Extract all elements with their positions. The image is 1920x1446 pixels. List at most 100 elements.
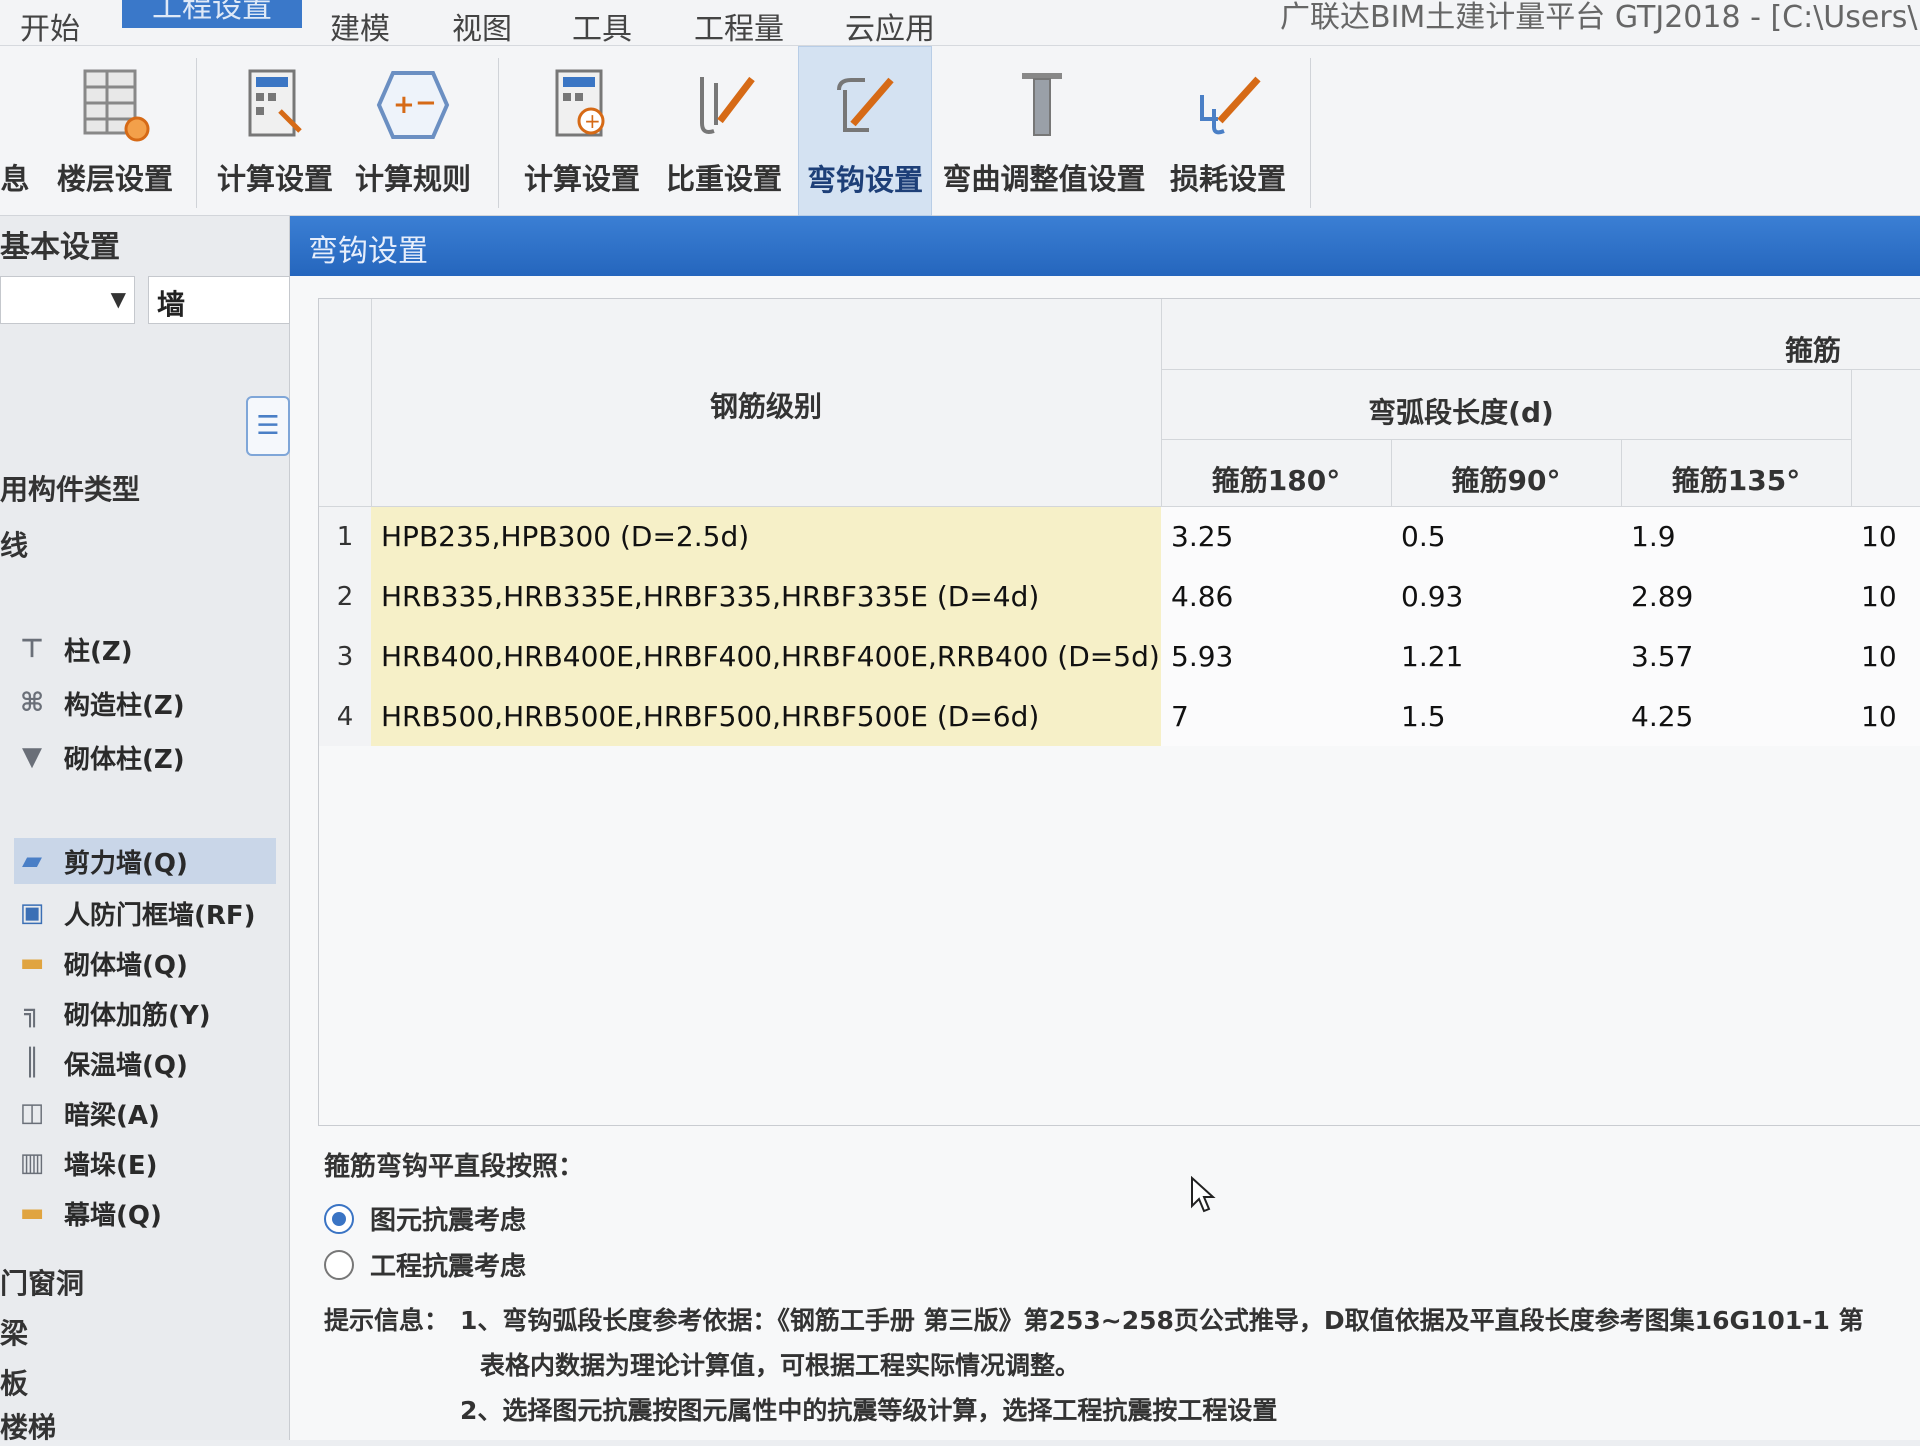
ribbon-separator [498, 58, 499, 208]
section-slab[interactable]: 板 [0, 1362, 28, 1402]
stirrup-180-cell[interactable]: 5.93 [1161, 627, 1391, 687]
tree-item-label: 幕墙(Q) [64, 1200, 162, 1231]
stirrup-180-cell[interactable]: 3.25 [1161, 507, 1391, 567]
curtain-wall-icon: ▬ [19, 1198, 45, 1228]
floor-combo[interactable]: ▼ [0, 276, 135, 324]
extra-cell[interactable]: 10 [1851, 687, 1920, 747]
radio-label: 图元抗震考虑 [370, 1206, 527, 1236]
hook-settings-table: 钢筋级别 箍筋 弯弧段长度(d) 箍筋180° 箍筋90° 箍筋135° 1 H… [318, 298, 1920, 778]
table-row[interactable]: 4 HRB500,HRB500E,HRBF500,HRBF500E (D=6d)… [319, 687, 1920, 747]
ribbon-calc-rules-button[interactable]: + − 计算规则 [348, 46, 478, 216]
wall-pier-icon: ▥ [19, 1148, 45, 1178]
table-empty-area [318, 746, 1920, 1126]
tree-item-masonry-rebar[interactable]: ╗ 砌体加筋(Y) [14, 990, 210, 1036]
civil-defense-wall-icon: ▣ [19, 898, 45, 928]
masonry-column-icon: ▼ [22, 742, 42, 772]
tip-line: 1、弯钩弧段长度参考依据：《钢筋工手册 第三版》第253~258页公式推导，D取… [460, 1306, 1864, 1335]
svg-text:+: + [393, 90, 415, 120]
stirrup-135-cell[interactable]: 1.9 [1621, 507, 1851, 567]
stirrup-90-cell[interactable]: 0.93 [1391, 567, 1621, 627]
row-number: 2 [319, 567, 371, 627]
tree-item-curtain-wall[interactable]: ▬ 幕墙(Q) [14, 1190, 162, 1236]
grid-line [1621, 439, 1622, 507]
floor-settings-icon [75, 60, 155, 150]
stirrup-135-cell[interactable]: 4.25 [1621, 687, 1851, 747]
dialog-title: 弯钩设置 [290, 216, 1920, 276]
table-row[interactable]: 3 HRB400,HRB400E,HRBF400,HRBF400E,RRB400… [319, 627, 1920, 687]
tree-item-label: 剪力墙(Q) [64, 848, 188, 879]
stirrup-90-cell[interactable]: 1.21 [1391, 627, 1621, 687]
tree-item-civil-defense-wall[interactable]: ▣ 人防门框墙(RF) [14, 890, 256, 936]
section-beam[interactable]: 梁 [0, 1312, 28, 1352]
loss-settings-icon [1188, 60, 1268, 150]
menu-cloud[interactable]: 云应用 [845, 4, 935, 48]
stirrup-180-cell[interactable]: 7 [1161, 687, 1391, 747]
tree-item-label: 保温墙(Q) [64, 1050, 188, 1081]
stirrup-90-cell[interactable]: 1.5 [1391, 687, 1621, 747]
ribbon-calc-settings-button[interactable]: 计算设置 [210, 46, 340, 216]
table-row[interactable]: 2 HRB335,HRB335E,HRBF335,HRBF335E (D=4d)… [319, 567, 1920, 627]
radio-project-seismic[interactable]: 工程抗震考虑 [324, 1246, 526, 1283]
menu-project-settings[interactable]: 工程设置 [122, 0, 302, 28]
ribbon-info-button[interactable]: 息 [0, 46, 40, 216]
section-stair[interactable]: 楼梯 [0, 1406, 56, 1446]
tree-item-label: 砌体柱(Z) [64, 744, 185, 775]
radio-element-seismic[interactable]: 图元抗震考虑 [324, 1200, 526, 1237]
menu-view[interactable]: 视图 [452, 4, 512, 48]
tree-item-insulation-wall[interactable]: ║ 保温墙(Q) [14, 1040, 188, 1086]
section-line[interactable]: 线 [0, 524, 28, 564]
ribbon-bend-adjust-button[interactable]: 弯曲调整值设置 [938, 46, 1150, 216]
tree-item-masonry-wall[interactable]: ▬ 砌体墙(Q) [14, 940, 188, 986]
menu-modeling[interactable]: 建模 [330, 4, 390, 48]
ribbon-label: 计算设置 [523, 162, 640, 196]
table-row[interactable]: 1 HPB235,HPB300 (D=2.5d) 3.25 0.5 1.9 10 [319, 507, 1920, 567]
ribbon-loss-settings-button[interactable]: 损耗设置 [1158, 46, 1298, 216]
tree-item-column[interactable]: ⊤ 柱(Z) [14, 626, 133, 672]
tree-item-hidden-beam[interactable]: ◫ 暗梁(A) [14, 1090, 160, 1136]
extra-cell[interactable]: 10 [1851, 627, 1920, 687]
header-stirrup-90: 箍筋90° [1451, 464, 1561, 497]
tree-item-wall-pier[interactable]: ▥ 墙垛(E) [14, 1140, 158, 1186]
ribbon-rebar-calc-settings-button[interactable]: + 计算设置 [514, 46, 650, 216]
stirrup-135-cell[interactable]: 2.89 [1621, 567, 1851, 627]
ribbon-label: 比重设置 [665, 162, 782, 196]
stirrup-180-cell[interactable]: 4.86 [1161, 567, 1391, 627]
calc-rules-icon: + − [373, 60, 453, 150]
extra-cell[interactable]: 10 [1851, 507, 1920, 567]
ribbon-separator [1310, 58, 1311, 208]
grade-cell: HPB235,HPB300 (D=2.5d) [371, 507, 1161, 567]
ribbon-hook-settings-button[interactable]: 弯钩设置 [798, 46, 932, 216]
radio-label: 工程抗震考虑 [370, 1252, 527, 1282]
ribbon-toolbar: 息 楼层设置 计算设置 + − 计算规则 + 计算设置 比重设置 弯钩设置 弯曲… [0, 46, 1920, 216]
svg-text:−: − [415, 88, 437, 118]
tree-item-label: 构造柱(Z) [64, 690, 185, 721]
menu-tools[interactable]: 工具 [572, 4, 632, 48]
tree-item-label: 暗梁(A) [64, 1100, 160, 1131]
grid-line [1391, 439, 1392, 507]
extra-cell[interactable]: 10 [1851, 567, 1920, 627]
masonry-rebar-icon: ╗ [24, 998, 40, 1028]
tree-item-structural-column[interactable]: ⌘ 构造柱(Z) [14, 680, 185, 726]
info-icon [0, 60, 55, 150]
hook-settings-icon [825, 61, 905, 151]
panel-title: 基本设置 [0, 230, 120, 265]
header-arc-length: 弯弧段长度(d) [1368, 396, 1554, 429]
insulation-wall-icon: ║ [24, 1048, 40, 1078]
stirrup-135-cell[interactable]: 3.57 [1621, 627, 1851, 687]
ribbon-floor-settings-button[interactable]: 楼层设置 [50, 46, 180, 216]
grid-line [371, 299, 372, 507]
tree-item-shear-wall[interactable]: ▰ 剪力墙(Q) [14, 838, 276, 884]
hook-settings-dialog: 弯钩设置 钢筋级别 箍筋 弯弧段长度(d) 箍筋180° 箍筋90° 箍筋135… [290, 216, 1920, 1440]
ribbon-weight-settings-button[interactable]: 比重设置 [656, 46, 792, 216]
list-view-icon[interactable]: ☰ [246, 396, 290, 456]
menu-start[interactable]: 开始 [20, 4, 80, 48]
header-grade: 钢筋级别 [709, 390, 822, 423]
section-door-window[interactable]: 门窗洞 [0, 1262, 84, 1302]
bend-adjust-icon [1004, 60, 1084, 150]
grid-line [1161, 299, 1162, 507]
menu-quantities[interactable]: 工程量 [694, 4, 784, 48]
tip-line: 表格内数据为理论计算值，可根据工程实际情况调整。 [480, 1351, 1081, 1380]
stirrup-90-cell[interactable]: 0.5 [1391, 507, 1621, 567]
component-filter-field[interactable]: 墙 [148, 276, 290, 324]
tree-item-masonry-column[interactable]: ▼ 砌体柱(Z) [14, 734, 185, 780]
